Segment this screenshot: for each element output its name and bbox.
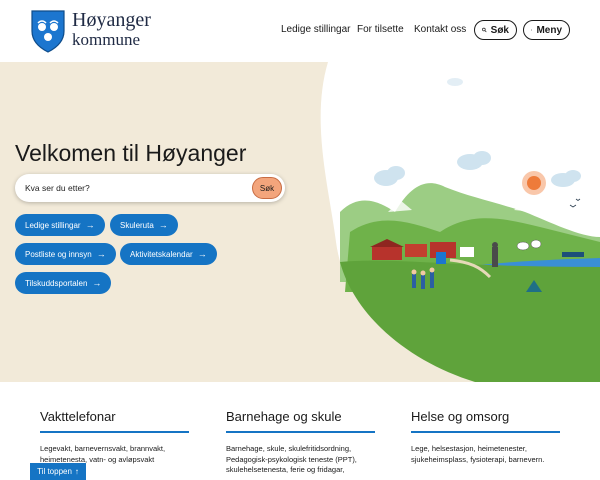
column-divider: [40, 431, 189, 433]
arrow-right-icon: →: [158, 220, 168, 230]
nav-for-tilsette[interactable]: For tilsette: [357, 24, 404, 35]
quick-link-label: Postliste og innsyn: [25, 249, 92, 259]
arrow-right-icon: →: [96, 249, 106, 259]
quick-link-skuleruta[interactable]: Skuleruta →: [110, 214, 178, 236]
column-title[interactable]: Barnehage og skule: [226, 409, 342, 424]
quick-link-ledige-stillingar[interactable]: Ledige stillingar →: [15, 214, 105, 236]
quick-link-aktivitetskalendar[interactable]: Aktivitetskalendar →: [120, 243, 217, 265]
arrow-up-icon: ↑: [74, 467, 79, 476]
hero-title: Velkomen til Høyanger: [15, 140, 247, 166]
column-text-line: skulehelsetenesta, ferie og fridagar,: [226, 465, 345, 474]
hero-section: Velkomen til Høyanger Søk Ledige stillin…: [0, 62, 600, 382]
hero-search-bar: Søk: [15, 174, 285, 202]
back-to-top-label: Til toppen: [37, 467, 72, 476]
column-text-line: sjukeheimsplass, fysioterapi, barnevern.: [411, 454, 545, 464]
column-text: Barnehage, skule, skulefritidsordning, P…: [226, 444, 396, 476]
nav-ledige-stillingar[interactable]: Ledige stillingar: [281, 24, 351, 35]
brand-line-2: kommune: [72, 30, 140, 49]
brand-line-1: Høyanger: [72, 9, 151, 31]
search-input[interactable]: [25, 180, 235, 196]
column-text: Legevakt, barnevernsvakt, brannvakt, hei…: [40, 444, 210, 465]
site-header: Høyanger kommune Ledige stillingar For t…: [0, 0, 600, 62]
menu-label: Meny: [536, 24, 562, 36]
column-text-line: Pedagogisk-psykologisk teneste (PPT),: [226, 454, 357, 464]
arrow-right-icon: →: [85, 220, 95, 230]
hamburger-icon: [531, 29, 533, 31]
column-title[interactable]: Vakttelefonar: [40, 409, 116, 424]
column-text-line: Lege, helsestasjon, heimetenester,: [411, 444, 527, 453]
quick-link-label: Aktivitetskalendar: [130, 249, 193, 259]
nav-kontakt-oss[interactable]: Kontakt oss: [414, 24, 466, 35]
quick-link-label: Ledige stillingar: [25, 220, 81, 230]
quick-link-label: Skuleruta: [120, 220, 154, 230]
back-to-top-button[interactable]: Til toppen ↑: [30, 463, 86, 480]
quick-link-postliste[interactable]: Postliste og innsyn →: [15, 243, 116, 265]
column-divider: [226, 431, 375, 433]
arrow-right-icon: →: [92, 278, 102, 288]
quick-link-label: Tilskuddsportalen: [25, 278, 88, 288]
landscape-illustration: [320, 62, 600, 382]
column-text: Lege, helsestasjon, heimetenester, sjuke…: [411, 444, 586, 465]
column-text-line: Legevakt, barnevernsvakt, brannvakt,: [40, 444, 166, 453]
brand-name[interactable]: Høyanger kommune: [72, 9, 151, 49]
column-text-line: Barnehage, skule, skulefritidsordning,: [226, 444, 352, 453]
column-title[interactable]: Helse og omsorg: [411, 409, 509, 424]
column-divider: [411, 431, 560, 433]
quick-link-tilskuddsportalen[interactable]: Tilskuddsportalen →: [15, 272, 112, 294]
arrow-right-icon: →: [197, 249, 207, 259]
menu-button[interactable]: Meny: [523, 20, 570, 40]
hero-search-button[interactable]: Søk: [252, 177, 282, 199]
header-search-button[interactable]: Søk: [474, 20, 517, 40]
header-search-label: Søk: [490, 24, 509, 36]
coat-of-arms-icon[interactable]: [30, 9, 66, 53]
search-icon: [482, 27, 487, 33]
